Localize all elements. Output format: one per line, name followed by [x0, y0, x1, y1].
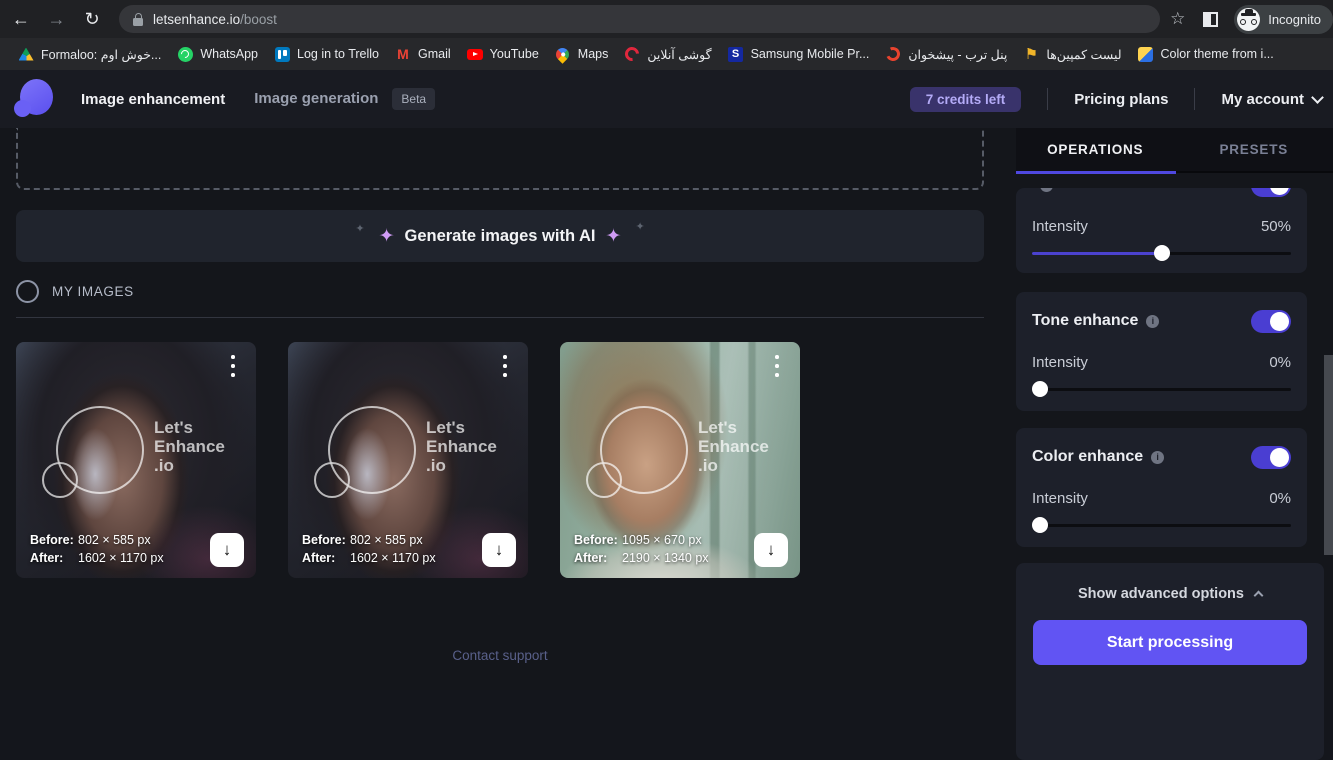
bookmark-youtube[interactable]: YouTube — [459, 42, 547, 66]
sidebar-tabs: OPERATIONS PRESETS — [1016, 128, 1333, 173]
card-menu-icon[interactable] — [495, 355, 515, 377]
red-ring-icon — [624, 46, 640, 62]
reload-icon[interactable]: ↻ — [77, 4, 107, 34]
letsenhance-logo-icon[interactable] — [14, 79, 52, 119]
incognito-badge: Incognito — [1234, 5, 1333, 34]
palette-icon — [1138, 46, 1154, 62]
active-tab-indicator — [1016, 171, 1176, 174]
bookmark-gmail[interactable]: M Gmail — [387, 42, 459, 66]
sparkle-icon: ✦ — [635, 220, 644, 233]
gmail-icon: M — [395, 46, 411, 62]
intensity-slider[interactable] — [1032, 381, 1291, 397]
sparkle-icon: ✦ — [379, 225, 395, 248]
download-button[interactable]: ↓ — [754, 533, 788, 567]
tone-enhance-toggle[interactable] — [1251, 310, 1291, 333]
start-processing-button[interactable]: Start processing — [1033, 620, 1307, 665]
bookmark-gooshi-online[interactable]: گوشی آنلاین — [616, 42, 719, 66]
info-icon[interactable]: i — [1146, 315, 1159, 328]
select-all-checkbox[interactable] — [16, 280, 39, 303]
operation-card-color-enhance: Color enhance i Intensity 0% — [1016, 428, 1307, 547]
samsung-icon: S — [728, 46, 744, 62]
bookmark-color-theme[interactable]: Color theme from i... — [1130, 42, 1282, 66]
slider-thumb[interactable] — [1032, 517, 1048, 533]
image-dimensions: Before:802 × 585 px After:1602 × 1170 px — [302, 531, 436, 567]
bookmark-trello[interactable]: Log in to Trello — [266, 42, 387, 66]
download-arrow-icon: ↓ — [767, 540, 776, 560]
incognito-icon — [1237, 8, 1260, 31]
pricing-plans-link[interactable]: Pricing plans — [1074, 91, 1168, 108]
bookmark-torob[interactable]: پنل ترب - پیشخوان — [877, 42, 1015, 66]
download-arrow-icon: ↓ — [495, 540, 504, 560]
sparkle-icon: ✦ — [355, 222, 364, 235]
nav-image-generation[interactable]: Image generationBeta — [254, 88, 435, 110]
drive-icon — [18, 46, 34, 62]
back-icon[interactable]: ← — [6, 4, 36, 34]
download-arrow-icon: ↓ — [223, 540, 232, 560]
lock-icon — [133, 13, 143, 26]
letsenhance-watermark: Let'sEnhance.io — [38, 404, 238, 514]
bookmark-campaign-list[interactable]: ⚑ لیست کمپین‌ها — [1015, 42, 1129, 66]
chevron-down-icon — [1311, 91, 1324, 104]
address-bar[interactable]: letsenhance.io/boost — [119, 5, 1160, 33]
my-images-label: MY IMAGES — [52, 284, 134, 299]
card-menu-icon[interactable] — [767, 355, 787, 377]
my-images-header: MY IMAGES — [16, 280, 134, 303]
torob-icon — [885, 46, 901, 62]
nav-image-enhancement[interactable]: Image enhancement — [81, 91, 225, 108]
bookmarks-bar: Formaloo: خوش اوم... WhatsApp Log in to … — [0, 38, 1333, 70]
credits-badge[interactable]: 7 credits left — [910, 87, 1022, 112]
show-advanced-options[interactable]: Show advanced options — [1033, 579, 1307, 609]
info-icon[interactable]: i — [1151, 451, 1164, 464]
forward-icon[interactable]: → — [42, 4, 72, 34]
youtube-icon — [467, 46, 483, 62]
contact-support-link[interactable]: Contact support — [16, 648, 984, 663]
letsenhance-watermark: Let'sEnhance.io — [310, 404, 510, 514]
bookmark-star-icon[interactable]: ☆ — [1170, 9, 1185, 29]
side-panel-icon[interactable] — [1203, 12, 1218, 27]
intensity-slider[interactable] — [1032, 245, 1291, 261]
beta-badge: Beta — [392, 88, 435, 110]
bookmark-formaloo[interactable]: Formaloo: خوش اوم... — [10, 42, 169, 66]
sparkle-icon: ✦ — [606, 225, 622, 248]
url-text: letsenhance.io/boost — [153, 12, 277, 27]
whatsapp-icon — [177, 46, 193, 62]
slider-thumb[interactable] — [1154, 245, 1170, 261]
bookmark-maps[interactable]: Maps — [547, 42, 617, 66]
image-dimensions: Before:802 × 585 px After:1602 × 1170 px — [30, 531, 164, 567]
operation-card-tone-enhance: Tone enhance i Intensity 0% — [1016, 292, 1307, 411]
trello-icon — [274, 46, 290, 62]
download-button[interactable]: ↓ — [482, 533, 516, 567]
download-button[interactable]: ↓ — [210, 533, 244, 567]
generate-images-button[interactable]: ✦ ✦ Generate images with AI ✦ ✦ — [16, 210, 984, 262]
bookmark-samsung[interactable]: S Samsung Mobile Pr... — [720, 42, 878, 66]
color-enhance-toggle[interactable] — [1251, 446, 1291, 469]
chevron-up-icon — [1254, 591, 1264, 601]
page: Image enhancement Image generationBeta 7… — [0, 70, 1333, 690]
bookmark-whatsapp[interactable]: WhatsApp — [169, 42, 266, 66]
image-card[interactable]: Let'sEnhance.io Before:1095 × 670 px Aft… — [560, 342, 800, 578]
processing-panel: Show advanced options Start processing — [1016, 563, 1324, 760]
flag-icon: ⚑ — [1023, 46, 1039, 62]
slider-thumb[interactable] — [1032, 381, 1048, 397]
operation-toggle[interactable] — [1251, 188, 1291, 197]
operation-card-upscale: i Intensity 50% — [1016, 188, 1307, 273]
card-menu-icon[interactable] — [223, 355, 243, 377]
image-grid: Let'sEnhance.io Before:802 × 585 px Afte… — [16, 342, 832, 578]
my-account-menu[interactable]: My account — [1221, 91, 1322, 108]
intensity-slider[interactable] — [1032, 517, 1291, 533]
divider — [16, 317, 984, 318]
info-icon[interactable]: i — [1040, 188, 1053, 192]
upload-dropzone[interactable] — [16, 128, 984, 190]
app-header: Image enhancement Image generationBeta 7… — [0, 70, 1333, 128]
image-card[interactable]: Let'sEnhance.io Before:802 × 585 px Afte… — [16, 342, 256, 578]
maps-icon — [555, 46, 571, 62]
image-dimensions: Before:1095 × 670 px After:2190 × 1340 p… — [574, 531, 709, 567]
letsenhance-watermark: Let'sEnhance.io — [582, 404, 782, 514]
tab-operations[interactable]: OPERATIONS — [1016, 128, 1175, 171]
browser-toolbar: ← → ↻ letsenhance.io/boost ☆ Incognito — [0, 0, 1333, 38]
sidebar-scrollbar[interactable] — [1324, 355, 1333, 555]
tab-presets[interactable]: PRESETS — [1175, 128, 1333, 171]
image-card[interactable]: Let'sEnhance.io Before:802 × 585 px Afte… — [288, 342, 528, 578]
